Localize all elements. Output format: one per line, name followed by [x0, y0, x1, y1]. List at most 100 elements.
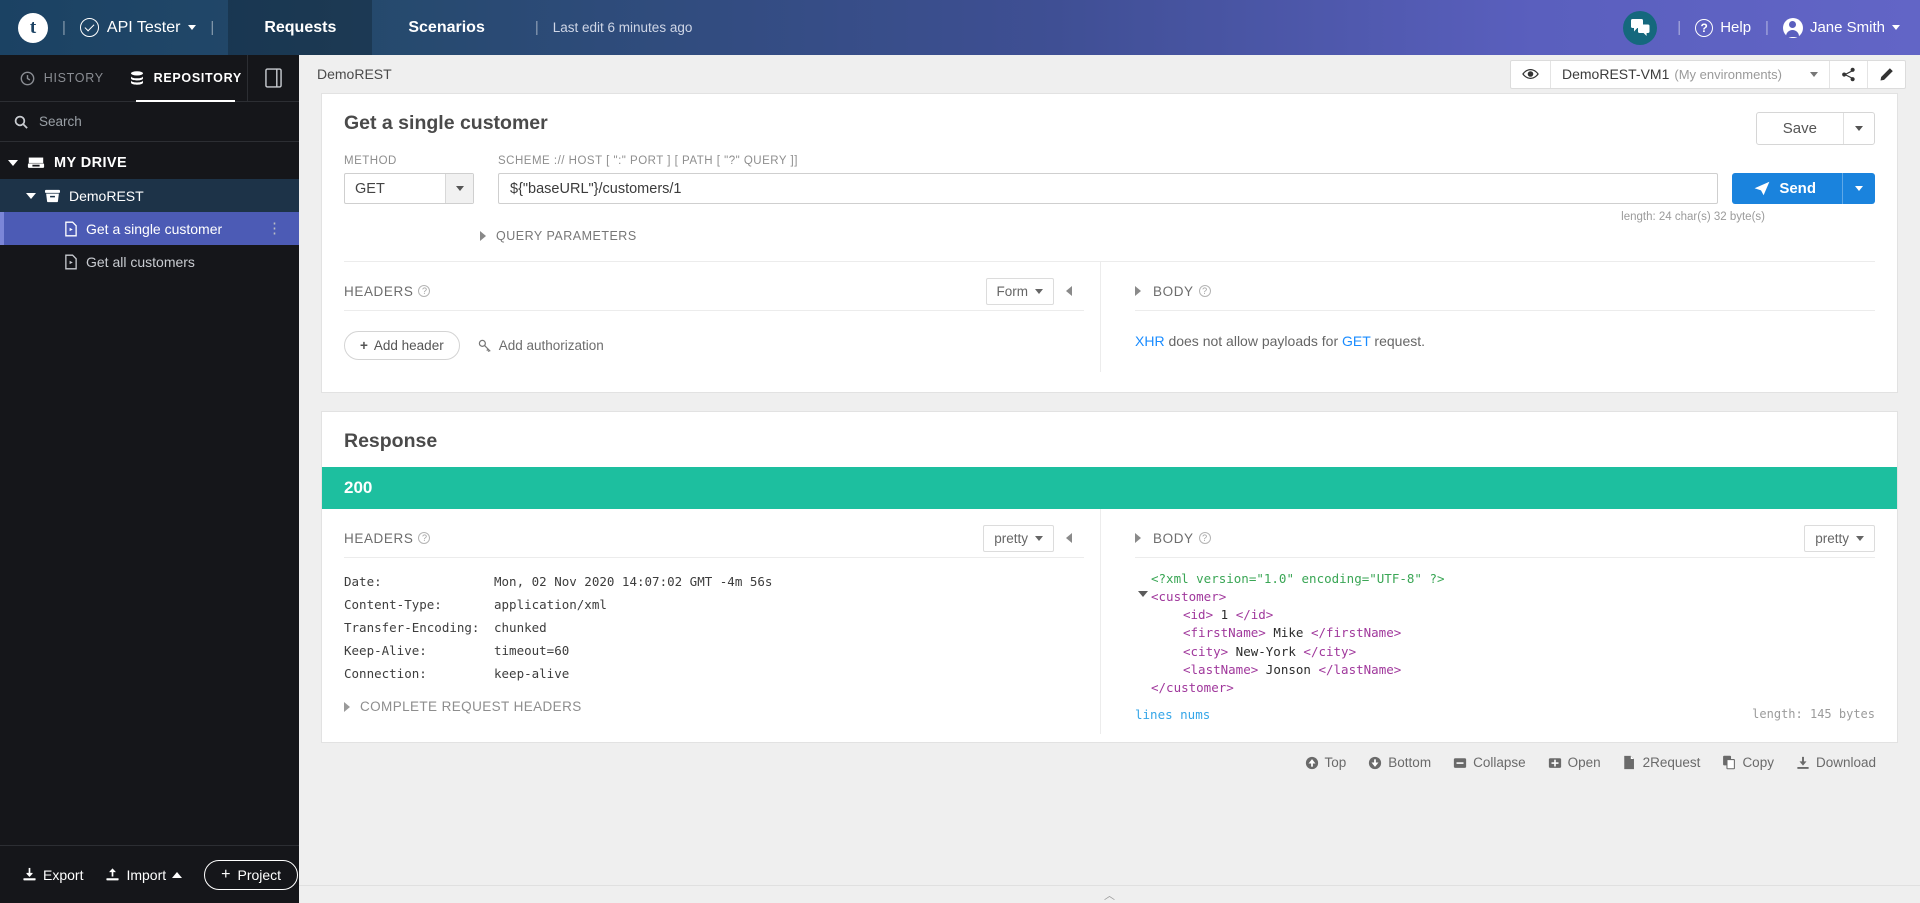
fold-toggle-icon[interactable] — [1135, 588, 1151, 598]
sidebar-search-placeholder: Search — [39, 114, 82, 129]
tab-scenarios[interactable]: Scenarios — [372, 0, 520, 55]
table-row: Keep-Alive: timeout=60 — [344, 639, 1084, 662]
tool-label: 2Request — [1642, 755, 1701, 770]
response-headers-mode-select[interactable]: pretty — [983, 524, 1054, 552]
environment-selector[interactable]: DemoREST-VM1 (My environments) — [1551, 60, 1830, 88]
folder-icon — [45, 189, 60, 203]
request-url-row: METHOD GET SCHEME :// HOST [ ":" PORT ] … — [344, 155, 1875, 204]
chat-bubbles-icon[interactable] — [1623, 10, 1658, 45]
header-key: Keep-Alive: — [344, 643, 427, 658]
send-button[interactable]: Send — [1732, 173, 1875, 204]
method-select[interactable]: GET — [344, 173, 474, 204]
app-logo[interactable]: t — [18, 12, 48, 43]
expand-right-pane-icon[interactable] — [1135, 533, 1153, 543]
lines-nums-link[interactable]: lines nums — [1135, 707, 1210, 722]
help-tooltip-icon[interactable]: ? — [1198, 285, 1211, 297]
add-authorization-label: Add authorization — [498, 338, 604, 353]
xml-declaration: <?xml version="1.0" encoding="UTF-8" ?> — [1151, 571, 1445, 586]
table-row: Date: Mon, 02 Nov 2020 14:07:02 GMT -4m … — [344, 570, 1084, 593]
copy-button[interactable]: Copy — [1722, 755, 1774, 770]
help-tooltip-icon[interactable]: ? — [418, 532, 431, 544]
plus-icon: + — [360, 338, 368, 353]
sidebar-search[interactable]: Search — [0, 102, 299, 142]
row-menu-icon[interactable]: ⋮ — [267, 221, 283, 236]
tool-label: Top — [1324, 755, 1347, 770]
url-input[interactable]: ${"baseURL"}/customers/1 — [498, 173, 1719, 204]
header-value: Mon, 02 Nov 2020 14:07:02 GMT -4m 56s — [494, 574, 773, 589]
add-authorization-button[interactable]: Add authorization — [478, 338, 604, 353]
to-request-button[interactable]: 2Request — [1623, 755, 1701, 770]
get-link[interactable]: GET — [1342, 333, 1371, 349]
method-value: GET — [355, 180, 385, 197]
request-headers-body: + Add header Add authorization — [344, 310, 1084, 372]
tab-scenarios-label: Scenarios — [408, 18, 485, 36]
xml-line: <customer> — [1135, 588, 1875, 606]
user-menu[interactable]: Jane Smith — [1782, 17, 1900, 38]
sidebar-tab-history[interactable]: HISTORY — [0, 55, 124, 101]
download-icon — [1797, 756, 1809, 769]
help-tooltip-icon[interactable]: ? — [418, 285, 431, 297]
header-divider-2: | — [210, 19, 215, 36]
panel-resize-handle[interactable]: ︿ — [299, 885, 1920, 903]
new-project-button[interactable]: + Project — [204, 859, 299, 890]
xml-tag-open: <city> — [1183, 643, 1229, 659]
expand-right-pane-icon[interactable] — [1135, 286, 1153, 296]
header-value: timeout=60 — [494, 643, 570, 658]
send-button-group: Send — [1732, 173, 1875, 204]
scroll-top-button[interactable]: Top — [1305, 755, 1347, 770]
eye-icon[interactable] — [1511, 60, 1551, 88]
tree-item-my-drive[interactable]: MY DRIVE — [0, 146, 299, 179]
sidebar-item-get-all-customers[interactable]: Get all customers — [0, 245, 299, 278]
save-button[interactable]: Save — [1757, 113, 1843, 144]
file-copy-icon — [1623, 755, 1634, 770]
last-edit-status: Last edit 6 minutes ago — [552, 20, 693, 35]
send-button-main[interactable]: Send — [1732, 173, 1842, 204]
header-divider-4: | — [1677, 19, 1682, 36]
tab-requests[interactable]: Requests — [228, 0, 373, 55]
help-tooltip-icon[interactable]: ? — [1198, 532, 1211, 544]
request-headers-label: HEADERS — [344, 283, 414, 299]
request-body-label: BODY — [1153, 283, 1194, 299]
collapse-button[interactable]: Collapse — [1453, 755, 1526, 770]
document-panel-icon[interactable] — [247, 55, 299, 101]
tab-requests-label: Requests — [264, 18, 337, 36]
response-body-mode-select[interactable]: pretty — [1804, 524, 1875, 552]
chevron-down-icon[interactable] — [8, 159, 18, 166]
download-button[interactable]: Download — [1796, 755, 1876, 770]
chevron-down-icon[interactable] — [26, 192, 36, 199]
send-dropdown-toggle[interactable] — [1842, 173, 1875, 204]
header-right-group: | ? Help | Jane Smith — [1623, 10, 1920, 45]
share-icon[interactable] — [1830, 60, 1868, 88]
app-switcher[interactable]: API Tester — [79, 18, 197, 37]
save-dropdown-toggle[interactable] — [1843, 113, 1874, 144]
xhr-link[interactable]: XHR — [1135, 333, 1165, 349]
sidebar-tab-repository[interactable]: REPOSITORY — [124, 55, 248, 102]
xml-line: <?xml version="1.0" encoding="UTF-8" ?> — [1135, 570, 1875, 588]
add-header-button[interactable]: + Add header — [344, 331, 460, 360]
table-row: Connection: keep-alive — [344, 662, 1084, 685]
tree-item-demorest[interactable]: DemoREST — [0, 179, 299, 212]
pencil-icon[interactable] — [1868, 61, 1905, 88]
arrow-down-circle-icon — [1369, 756, 1382, 769]
chevron-down-icon — [1810, 71, 1818, 77]
import-button[interactable]: Import — [105, 867, 183, 883]
plus-square-icon — [1548, 757, 1561, 768]
xml-line: <city> New-York </city> — [1135, 643, 1875, 661]
help-button[interactable]: ? Help — [1695, 18, 1751, 37]
open-button[interactable]: Open — [1548, 755, 1601, 770]
tree-item-demorest-label: DemoREST — [69, 187, 144, 204]
scroll-bottom-button[interactable]: Bottom — [1368, 755, 1431, 770]
header-divider-1: | — [62, 19, 66, 36]
collapse-left-pane-icon[interactable] — [1054, 533, 1084, 543]
request-body-pane: BODY ? XHR does not allow payloads for G… — [1101, 262, 1875, 372]
collapse-left-pane-icon[interactable] — [1054, 286, 1084, 296]
app-name-label: API Tester — [106, 18, 181, 36]
chevron-down-icon — [1892, 25, 1900, 30]
query-parameters-toggle[interactable]: QUERY PARAMETERS — [480, 229, 1875, 243]
complete-request-headers-toggle[interactable]: COMPLETE REQUEST HEADERS — [344, 685, 1084, 724]
xml-value: 1 — [1213, 607, 1236, 623]
export-button[interactable]: Export — [22, 867, 83, 883]
sidebar-item-get-a-single-customer[interactable]: Get a single customer ⋮ — [0, 212, 299, 245]
headers-mode-select[interactable]: Form — [985, 277, 1054, 305]
